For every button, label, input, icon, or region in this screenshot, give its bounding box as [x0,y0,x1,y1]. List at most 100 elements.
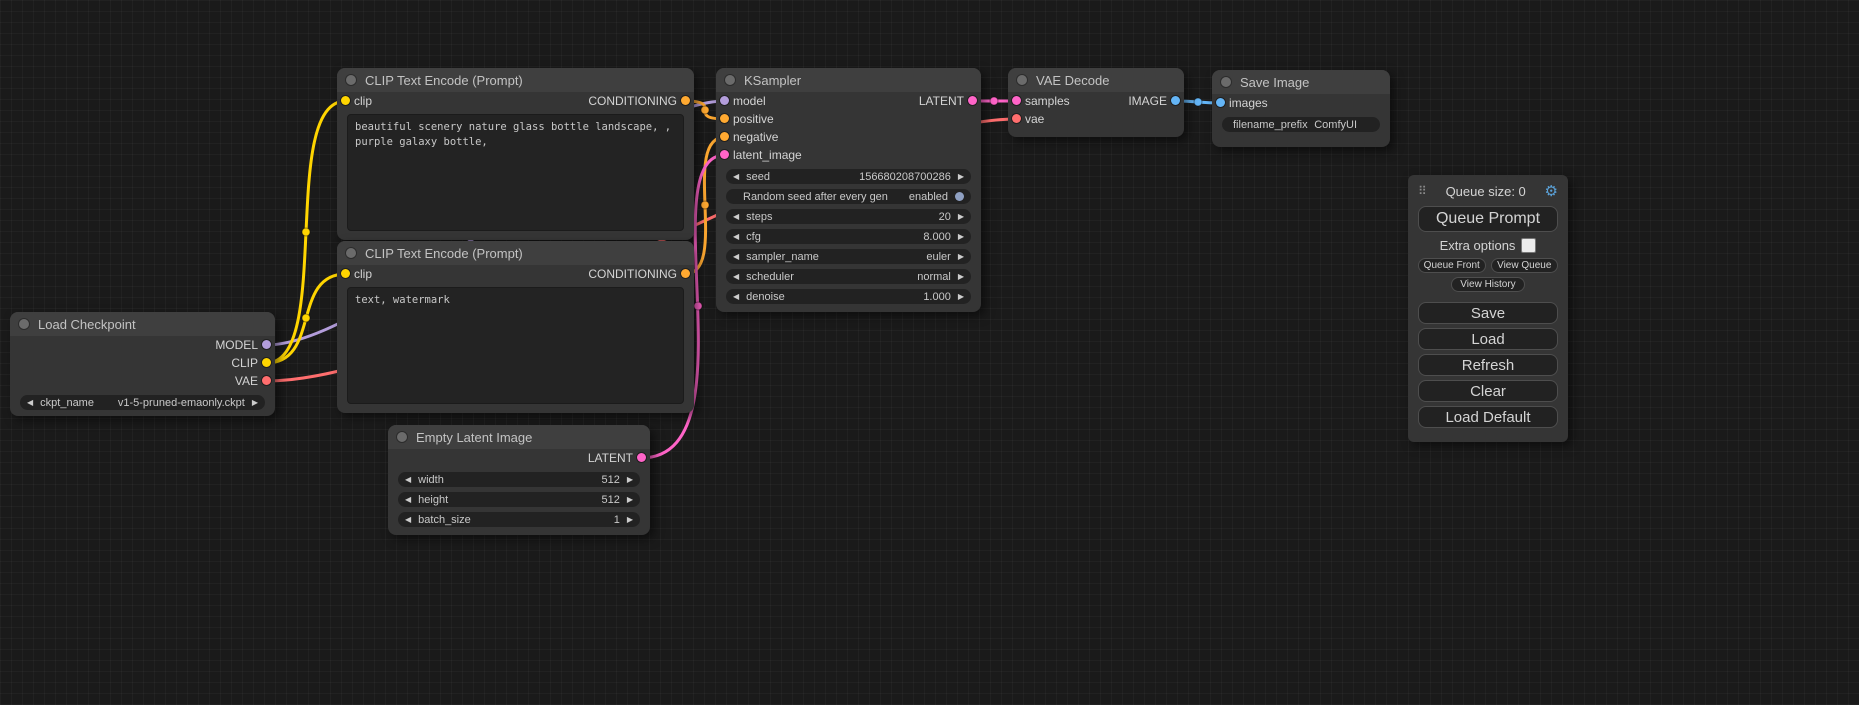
gear-icon[interactable]: ⚙ [1545,182,1558,200]
output-dot-image[interactable] [1171,96,1180,105]
widget-value: 156680208700286 [859,171,951,183]
extra-options-checkbox[interactable] [1521,238,1536,253]
left-arrow-icon[interactable]: ◀ [733,229,739,244]
widget-filename-prefix[interactable]: filename_prefix ComfyUI [1222,117,1380,132]
right-arrow-icon[interactable]: ▶ [627,492,633,507]
output-slot-label: CONDITIONING [588,92,677,110]
right-arrow-icon[interactable]: ▶ [627,512,633,527]
widget-ckpt-name[interactable]: ◀ ckpt_name v1-5-pruned-emaonly.ckpt ▶ [20,395,265,410]
link-midpoint-dot [1194,98,1202,106]
node-load-checkpoint[interactable]: Load Checkpoint MODEL CLIP VAE ◀ ckpt_na… [10,312,275,416]
node-title-bar[interactable]: CLIP Text Encode (Prompt) [337,68,694,92]
node-title-bar[interactable]: VAE Decode [1008,68,1184,92]
input-dot-samples[interactable] [1012,96,1021,105]
prompt-textarea[interactable]: text, watermark [347,287,684,404]
output-slot-label: IMAGE [1128,92,1167,110]
right-arrow-icon[interactable]: ▶ [958,289,964,304]
left-arrow-icon[interactable]: ◀ [27,395,33,410]
right-arrow-icon[interactable]: ▶ [252,395,258,410]
node-title: Save Image [1240,75,1309,90]
node-clip-text-encode-positive[interactable]: CLIP Text Encode (Prompt) clip CONDITION… [337,68,694,240]
input-dot-images[interactable] [1216,98,1225,107]
left-arrow-icon[interactable]: ◀ [405,492,411,507]
widget-height[interactable]: ◀ height 512 ▶ [398,492,640,507]
load-default-button[interactable]: Load Default [1418,406,1558,428]
widget-steps[interactable]: ◀ steps 20 ▶ [726,209,971,224]
collapse-dot-icon[interactable] [1016,74,1028,86]
widget-seed[interactable]: ◀ seed 156680208700286 ▶ [726,169,971,184]
collapse-dot-icon[interactable] [18,318,30,330]
node-empty-latent-image[interactable]: Empty Latent Image LATENT ◀ width 512 ▶ … [388,425,650,535]
load-button[interactable]: Load [1418,328,1558,350]
node-title: CLIP Text Encode (Prompt) [365,246,523,261]
widget-label: sampler_name [746,251,819,263]
queue-front-button[interactable]: Queue Front [1418,258,1486,273]
output-dot-latent[interactable] [968,96,977,105]
link-midpoint-dot [302,314,310,322]
node-save-image[interactable]: Save Image images filename_prefix ComfyU… [1212,70,1390,147]
output-dot-model[interactable] [262,340,271,349]
output-dot-conditioning[interactable] [681,96,690,105]
right-arrow-icon[interactable]: ▶ [627,472,633,487]
widget-width[interactable]: ◀ width 512 ▶ [398,472,640,487]
slot-row: latent_image [716,146,981,164]
input-dot-latent-image[interactable] [720,150,729,159]
view-history-button[interactable]: View History [1451,277,1525,292]
output-dot-vae[interactable] [262,376,271,385]
refresh-button[interactable]: Refresh [1418,354,1558,376]
output-dot-clip[interactable] [262,358,271,367]
collapse-dot-icon[interactable] [724,74,736,86]
right-arrow-icon[interactable]: ▶ [958,209,964,224]
queue-prompt-button[interactable]: Queue Prompt [1418,206,1558,232]
node-clip-text-encode-negative[interactable]: CLIP Text Encode (Prompt) clip CONDITION… [337,241,694,413]
input-slot-label: clip [354,265,372,283]
widget-label: height [418,494,448,506]
link-clip-negative [266,274,346,363]
right-arrow-icon[interactable]: ▶ [958,169,964,184]
left-arrow-icon[interactable]: ◀ [733,249,739,264]
drag-handle-icon[interactable]: ⠿ [1418,184,1427,198]
save-button[interactable]: Save [1418,302,1558,324]
input-dot-clip[interactable] [341,269,350,278]
node-ksampler[interactable]: KSampler model LATENT positive negative … [716,68,981,312]
node-title-bar[interactable]: Save Image [1212,70,1390,94]
input-dot-clip[interactable] [341,96,350,105]
input-dot-negative[interactable] [720,132,729,141]
collapse-dot-icon[interactable] [396,431,408,443]
clear-button[interactable]: Clear [1418,380,1558,402]
widget-random-seed-toggle[interactable]: Random seed after every gen enabled [726,189,971,204]
node-title-bar[interactable]: Load Checkpoint [10,312,275,336]
node-title-bar[interactable]: Empty Latent Image [388,425,650,449]
slot-row: clip CONDITIONING [337,92,694,110]
input-dot-model[interactable] [720,96,729,105]
left-arrow-icon[interactable]: ◀ [733,209,739,224]
widget-value: 1 [614,514,620,526]
right-arrow-icon[interactable]: ▶ [958,249,964,264]
collapse-dot-icon[interactable] [1220,76,1232,88]
node-title-bar[interactable]: CLIP Text Encode (Prompt) [337,241,694,265]
widget-cfg[interactable]: ◀ cfg 8.000 ▶ [726,229,971,244]
left-arrow-icon[interactable]: ◀ [733,269,739,284]
left-arrow-icon[interactable]: ◀ [405,512,411,527]
output-dot-latent[interactable] [637,453,646,462]
node-title-bar[interactable]: KSampler [716,68,981,92]
node-vae-decode[interactable]: VAE Decode samples IMAGE vae [1008,68,1184,137]
input-dot-vae[interactable] [1012,114,1021,123]
output-dot-conditioning[interactable] [681,269,690,278]
left-arrow-icon[interactable]: ◀ [733,169,739,184]
widget-batch-size[interactable]: ◀ batch_size 1 ▶ [398,512,640,527]
widget-sampler-name[interactable]: ◀ sampler_name euler ▶ [726,249,971,264]
widget-scheduler[interactable]: ◀ scheduler normal ▶ [726,269,971,284]
right-arrow-icon[interactable]: ▶ [958,229,964,244]
widget-denoise[interactable]: ◀ denoise 1.000 ▶ [726,289,971,304]
node-title: VAE Decode [1036,73,1109,88]
collapse-dot-icon[interactable] [345,247,357,259]
collapse-dot-icon[interactable] [345,74,357,86]
view-queue-button[interactable]: View Queue [1491,258,1559,273]
left-arrow-icon[interactable]: ◀ [733,289,739,304]
input-dot-positive[interactable] [720,114,729,123]
toggle-knob[interactable] [955,192,964,201]
right-arrow-icon[interactable]: ▶ [958,269,964,284]
prompt-textarea[interactable]: beautiful scenery nature glass bottle la… [347,114,684,231]
left-arrow-icon[interactable]: ◀ [405,472,411,487]
